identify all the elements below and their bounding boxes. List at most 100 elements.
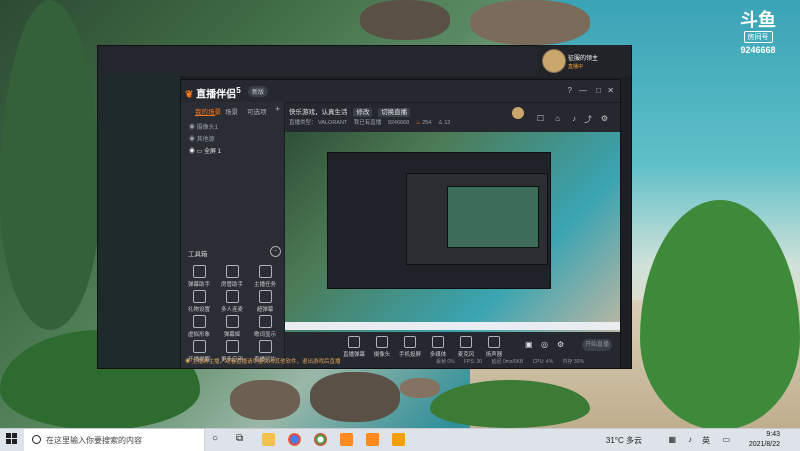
rock [310, 372, 400, 422]
room-number: 9246668 [740, 45, 776, 55]
toolbox-title: 工具箱 [188, 251, 208, 258]
tool-super-danmu[interactable]: 超弹幕 [249, 290, 281, 313]
tool-gift-settings[interactable]: 礼物设置 [183, 290, 215, 313]
minimize-button[interactable]: — [579, 86, 587, 95]
recent-link[interactable]: 我已有直播 [354, 120, 382, 126]
replay-icon[interactable]: ◎ [541, 340, 548, 349]
viewers-icon: ♙ [437, 120, 443, 126]
app-icon[interactable] [392, 433, 405, 446]
weather[interactable]: 31°C 多云 [606, 435, 642, 446]
store-icon[interactable]: ⌂ [555, 114, 560, 123]
preview-taskbar [285, 322, 620, 330]
maximize-button[interactable]: □ [596, 86, 601, 95]
flame-icon: ♨ [415, 120, 421, 126]
eye-icon[interactable]: ◉ [189, 137, 197, 143]
streamer-avatar[interactable] [542, 49, 566, 73]
room-label: 房间号 [743, 31, 773, 43]
douyu-app-icon-2[interactable] [366, 433, 379, 446]
taskbar-search[interactable]: 在这里输入你要搜索的内容 [24, 429, 205, 451]
notification-icon[interactable]: ▭ [722, 435, 730, 444]
clipboard-icon [258, 265, 272, 278]
windows-start-button[interactable] [6, 433, 18, 445]
douyu-app-icon[interactable] [340, 433, 353, 446]
multimedia-button[interactable]: 多媒体 [424, 336, 452, 358]
language-indicator[interactable]: 英 [702, 435, 710, 446]
face-icon [192, 315, 206, 328]
douyu-room-badge: 斗鱼 房间号 9246668 [730, 10, 786, 56]
start-live-button[interactable]: 开始直播 [582, 339, 612, 351]
share-icon[interactable]: ⤴ [584, 114, 592, 125]
speaker-icon[interactable]: ♪ [688, 435, 692, 444]
camera-button[interactable]: 摄像头 [368, 336, 396, 358]
tool-host-tasks[interactable]: 主播任务 [249, 265, 281, 288]
help-button[interactable]: ? [568, 86, 572, 95]
task-icon[interactable]: ☐ [537, 114, 544, 123]
source-label: 其他源 [196, 137, 215, 143]
close-button[interactable]: ✕ [607, 86, 614, 95]
user-avatar[interactable] [512, 107, 524, 119]
tool-label: 礼物设置 [187, 307, 210, 313]
live-preview[interactable] [285, 132, 620, 332]
gift-icon [192, 290, 206, 303]
source-item[interactable]: ◉ 摄像头1 [189, 122, 218, 131]
new-version-pill[interactable]: 新版 [248, 86, 269, 97]
settings-icon[interactable]: ⚙ [557, 340, 564, 349]
settings-icon[interactable]: ⚙ [601, 114, 608, 123]
speaker-icon [488, 336, 500, 348]
rock [470, 0, 590, 45]
phone-cast-button[interactable]: 手机投屏 [396, 336, 424, 358]
add-scene-button[interactable]: + [275, 104, 280, 114]
edit-title-button[interactable]: 修改 [353, 108, 373, 117]
room-id: 9246668 [387, 120, 410, 126]
streamer-status: 直播中 [568, 64, 584, 70]
tool-label: 弹幕姬 [223, 332, 241, 338]
notice-bar[interactable]: ◉ 主播新主播，观看直播请尽量关闭其他软件，退出游戏后直播 [181, 356, 475, 368]
latency: 延迟 0ms/0KB [491, 359, 524, 365]
rock [360, 0, 450, 40]
eye-icon[interactable]: ◉ [189, 125, 197, 131]
source-label: 全屏 1 [204, 149, 222, 155]
douyu-logo: 斗鱼 [740, 10, 776, 31]
bell-icon [192, 340, 206, 353]
media-icon [432, 336, 444, 348]
nested-app-preview [406, 173, 548, 265]
tab-options[interactable]: 可选项 [247, 106, 267, 116]
switch-category-button[interactable]: 切换直播 [378, 108, 411, 117]
speaker-button[interactable]: 扬声器 [480, 336, 508, 358]
tool-danmu-helper[interactable]: 弹幕助手 [183, 265, 215, 288]
source-item-active[interactable]: ◉ ▭ 全屏 1 [189, 146, 221, 155]
stream-title-row: 快乐游戏，认真生活 修改 切换直播 [289, 106, 411, 117]
tab-scenes[interactable]: 场景 [225, 106, 238, 116]
music-icon [258, 315, 272, 328]
category-value[interactable]: VALORANT [318, 120, 347, 126]
phone-icon [404, 336, 416, 348]
file-explorer-icon[interactable] [262, 433, 275, 446]
chrome-icon[interactable] [314, 433, 327, 446]
live-danmu-button[interactable]: 直播弹幕 [340, 336, 368, 358]
microphone-button[interactable]: 麦克风 [452, 336, 480, 358]
clock[interactable]: 9:43 2021/8/22 [749, 430, 780, 450]
notification-bell-icon[interactable]: ♪ [572, 114, 576, 123]
tool-multi-mic[interactable]: 多人连麦 [216, 290, 248, 313]
download-icon [225, 290, 239, 303]
notice-text: 主播新主播，观看直播请尽量关闭其他软件，退出游戏后直播 [192, 359, 341, 365]
source-label: 摄像头1 [196, 125, 219, 131]
eye-icon[interactable]: ◉ [189, 149, 197, 155]
stream-companion-window: ❦ 直播伴侣5 新版 ? — □ ✕ 我的场景 场景 可选项 + ◉ 摄像头1 … [180, 79, 621, 369]
tool-danmu-ji[interactable]: 弹幕姬 [216, 315, 248, 338]
task-switch-icon[interactable]: ⧉ [236, 433, 243, 444]
task-view-icon[interactable]: ○ [212, 433, 218, 444]
source-item[interactable]: ◉ 其他源 [189, 134, 215, 143]
browser-icon[interactable] [288, 433, 301, 446]
tool-room-manager[interactable]: 房管助手 [216, 265, 248, 288]
chat-icon [225, 315, 239, 328]
tool-lyrics[interactable]: 歌词显示 [249, 315, 281, 338]
fps: FPS: 30 [464, 359, 483, 365]
tool-virtual-avatar[interactable]: 虚拟形象 [183, 315, 215, 338]
streamer-card[interactable]: 征服的领主 直播中 [538, 45, 630, 77]
toolbox-more-button[interactable]: ... [270, 246, 281, 257]
network-icon[interactable]: ▦ [668, 435, 676, 444]
record-icon[interactable]: ▣ [525, 340, 533, 349]
danmu-icon [348, 336, 360, 348]
tool-label: 超弹幕 [256, 307, 274, 313]
